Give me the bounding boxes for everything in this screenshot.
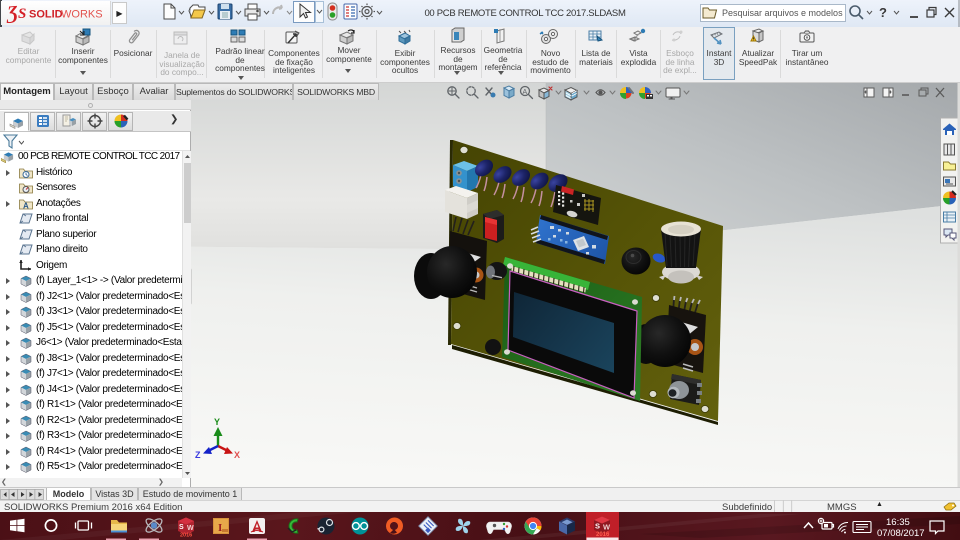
svg-text:Y: Y	[214, 417, 220, 427]
svg-text:Ʒ: Ʒ	[5, 3, 19, 23]
svg-text:S: S	[179, 524, 184, 531]
svg-text:?: ?	[879, 5, 887, 20]
svg-text:SOLID: SOLID	[29, 9, 63, 21]
svg-text:2016: 2016	[596, 532, 610, 538]
svg-text:A: A	[523, 89, 528, 96]
svg-text:WORKS: WORKS	[61, 9, 103, 21]
svg-text:I: I	[218, 522, 222, 534]
svg-text:16:35: 16:35	[886, 517, 910, 528]
svg-text:2016: 2016	[180, 533, 192, 539]
svg-text:W: W	[187, 525, 194, 532]
svg-text:S: S	[595, 522, 600, 531]
svg-text:Z: Z	[195, 450, 201, 460]
svg-text:S: S	[18, 6, 26, 22]
svg-text:X: X	[234, 450, 240, 460]
svg-text:07/08/2017: 07/08/2017	[877, 528, 925, 539]
svg-text:A: A	[23, 201, 29, 210]
svg-text:W: W	[603, 523, 611, 532]
